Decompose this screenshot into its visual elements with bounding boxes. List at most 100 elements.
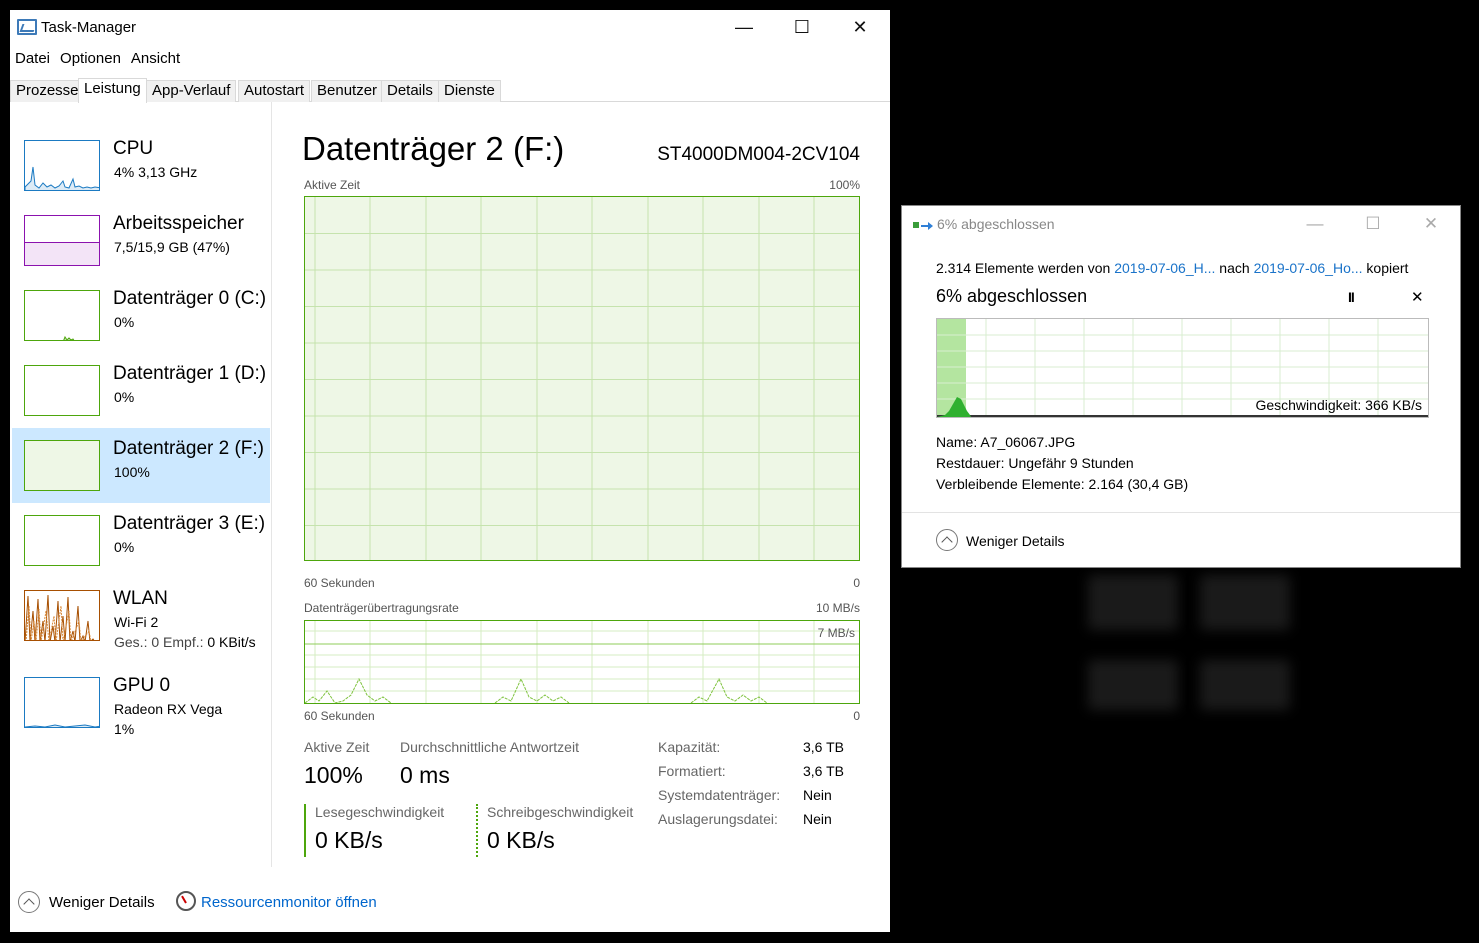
sidebar-item-wlan[interactable]: WLAN Wi-Fi 2 Ges.: 0 Empf.: 0 KBit/s: [12, 578, 270, 653]
wlan-thumbnail-graph: [24, 590, 100, 641]
transfer-rate-graph-label: Datenträgerübertragungsrate: [304, 601, 459, 615]
disk0-thumbnail-graph: [24, 290, 100, 341]
write-speed-label: Schreibgeschwindigkeit: [487, 804, 634, 820]
gpu-model: Radeon RX Vega: [114, 701, 223, 717]
pagefile-value: Nein: [803, 811, 832, 827]
sidebar-item-gpu[interactable]: GPU 0 Radeon RX Vega 1%: [12, 665, 270, 740]
blurred-background-tile: [1200, 660, 1290, 710]
sidebar-item-disk2[interactable]: Datenträger 2 (F:) 100%: [12, 428, 270, 503]
wlan-throughput: Ges.: 0 Empf.: 0 KBit/s: [114, 634, 256, 650]
transfer-rate-graph-max: 10 MB/s: [815, 601, 860, 615]
cpu-thumbnail-graph: [24, 140, 100, 191]
tab-dienste[interactable]: Dienste: [438, 80, 501, 102]
disk-model: ST4000DM004-2CV104: [657, 144, 860, 165]
copy-icon: [913, 219, 933, 231]
cpu-value: 4% 3,13 GHz: [114, 164, 198, 180]
copy-dialog-title: 6% abgeschlossen: [937, 216, 1055, 232]
divider: [902, 512, 1460, 513]
maximize-button[interactable]: ☐: [773, 10, 831, 44]
active-time-graph-xmin: 0: [853, 576, 860, 590]
disk2-label: Datenträger 2 (F:): [113, 438, 264, 459]
tab-leistung[interactable]: Leistung: [78, 78, 147, 103]
read-speed-label: Lesegeschwindigkeit: [315, 804, 445, 820]
read-speed-value: 0 KB/s: [315, 827, 383, 853]
copy-speed-graph: Geschwindigkeit: 366 KB/s: [936, 318, 1429, 418]
remaining-time: Restdauer: Ungefähr 9 Stunden: [936, 455, 1134, 471]
active-time-graph-xlabel: 60 Sekunden: [304, 576, 375, 590]
cpu-label: CPU: [113, 138, 154, 159]
current-file-name: Name: A7_06067.JPG: [936, 434, 1076, 450]
disk0-label: Datenträger 0 (C:): [113, 288, 267, 309]
menu-ansicht[interactable]: Ansicht: [126, 48, 185, 70]
less-details-link[interactable]: Weniger Details: [49, 894, 155, 911]
pause-button[interactable]: II: [1348, 289, 1355, 305]
sidebar-item-memory[interactable]: Arbeitsspeicher 7,5/15,9 GB (47%): [12, 203, 270, 278]
write-speed-value: 0 KB/s: [487, 827, 555, 853]
blurred-background-tile: [1088, 660, 1178, 710]
copy-minimize-button[interactable]: —: [1286, 210, 1344, 238]
gpu-thumbnail-graph: [24, 677, 100, 728]
source-folder-link[interactable]: 2019-07-06_H...: [1114, 260, 1215, 276]
task-manager-window: Task-Manager — ☐ ✕ Datei Optionen Ansich…: [10, 10, 890, 932]
menu-bar: Datei Optionen Ansicht: [10, 48, 185, 70]
formatted-value: 3,6 TB: [803, 763, 844, 779]
memory-thumbnail-graph: [24, 215, 100, 266]
destination-folder-link[interactable]: 2019-07-06_Ho...: [1254, 260, 1363, 276]
active-time-graph-label: Aktive Zeit: [304, 178, 361, 192]
formatted-label: Formatiert:: [658, 763, 726, 779]
task-manager-footer: Weniger Details Ressourcenmonitor öffnen: [10, 885, 890, 921]
tab-app-verlauf[interactable]: App-Verlauf: [146, 80, 237, 102]
blurred-background-tile: [1200, 575, 1290, 630]
transfer-rate-graph-xmin: 0: [853, 709, 860, 723]
remaining-items: Verbleibende Elemente: 2.164 (30,4 GB): [936, 476, 1189, 492]
active-time-value: 100%: [304, 762, 363, 788]
copy-less-details-link[interactable]: Weniger Details: [966, 533, 1065, 549]
wlan-adapter: Wi-Fi 2: [114, 614, 159, 630]
copy-close-button[interactable]: ✕: [1402, 210, 1460, 238]
tab-bar: Prozesse Leistung App-Verlauf Autostart …: [10, 78, 890, 103]
system-disk-value: Nein: [803, 787, 832, 803]
copy-maximize-button[interactable]: ☐: [1344, 210, 1402, 238]
tab-prozesse[interactable]: Prozesse: [10, 80, 85, 102]
sidebar-item-cpu[interactable]: CPU 4% 3,13 GHz: [12, 128, 270, 203]
resource-monitor-link[interactable]: Ressourcenmonitor öffnen: [201, 894, 377, 911]
active-time-graph: [304, 196, 860, 561]
disk0-value: 0%: [114, 314, 135, 330]
disk3-label: Datenträger 3 (E:): [113, 513, 266, 534]
sidebar-item-disk1[interactable]: Datenträger 1 (D:) 0%: [12, 353, 270, 428]
title-bar[interactable]: Task-Manager — ☐ ✕: [10, 10, 890, 46]
memory-label: Arbeitsspeicher: [113, 213, 244, 234]
tab-autostart[interactable]: Autostart: [238, 80, 311, 102]
wlan-label: WLAN: [113, 588, 168, 609]
page-title: Datenträger 2 (F:): [302, 130, 565, 167]
capacity-label: Kapazität:: [658, 739, 721, 755]
resource-monitor-icon: [176, 891, 196, 911]
gpu-value: 1%: [114, 721, 135, 737]
disk3-thumbnail-graph: [24, 515, 100, 566]
disk1-value: 0%: [114, 389, 135, 405]
tab-details[interactable]: Details: [381, 80, 439, 102]
write-speed-indicator: [476, 804, 478, 857]
tab-benutzer[interactable]: Benutzer: [311, 80, 384, 102]
close-button[interactable]: ✕: [831, 10, 889, 44]
menu-optionen[interactable]: Optionen: [55, 48, 126, 70]
active-time-graph-max: 100%: [829, 178, 860, 192]
disk1-thumbnail-graph: [24, 365, 100, 416]
window-title: Task-Manager: [41, 19, 137, 36]
copy-description: 2.314 Elemente werden von 2019-07-06_H..…: [936, 260, 1409, 276]
pagefile-label: Auslagerungsdatei:: [658, 811, 778, 827]
sidebar-item-disk0[interactable]: Datenträger 0 (C:) 0%: [12, 278, 270, 353]
minimize-button[interactable]: —: [715, 10, 773, 44]
menu-datei[interactable]: Datei: [10, 48, 55, 70]
disk1-label: Datenträger 1 (D:): [113, 363, 267, 384]
collapse-chevron-icon[interactable]: [18, 891, 40, 913]
sidebar-item-disk3[interactable]: Datenträger 3 (E:) 0%: [12, 503, 270, 578]
read-speed-indicator: [304, 804, 306, 857]
collapse-chevron-icon[interactable]: [936, 529, 958, 551]
copy-progress-dialog: 6% abgeschlossen — ☐ ✕ 2.314 Elemente we…: [901, 205, 1461, 568]
transfer-rate-graph-inner-label: 7 MB/s: [817, 626, 855, 640]
memory-value: 7,5/15,9 GB (47%): [114, 239, 230, 255]
system-disk-label: Systemdatenträger:: [658, 787, 781, 803]
cancel-copy-button[interactable]: ✕: [1411, 288, 1424, 306]
gpu-label: GPU 0: [113, 675, 171, 696]
